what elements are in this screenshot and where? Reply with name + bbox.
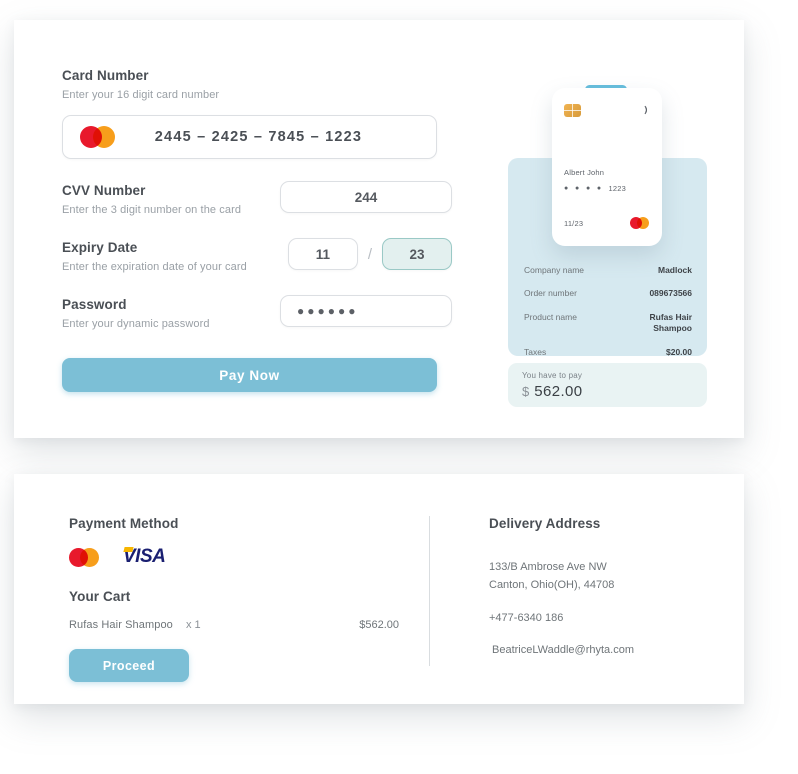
- password-label: Password: [62, 297, 127, 312]
- order-key: Company name: [524, 265, 585, 275]
- proceed-button[interactable]: Proceed: [69, 649, 189, 682]
- payment-brand-row: VISA: [69, 546, 399, 568]
- cart-item-qty: x 1: [185, 619, 201, 631]
- checkout-page: Card Number Enter your 16 digit card num…: [0, 0, 798, 774]
- cvv-text-block: CVV Number Enter the 3 digit number on t…: [62, 181, 262, 216]
- column-divider: [429, 516, 430, 666]
- cart-item-price: $562.00: [359, 619, 399, 631]
- payment-form: Card Number Enter your 16 digit card num…: [62, 68, 452, 392]
- order-key: Order number: [524, 288, 577, 299]
- delivery-address-title: Delivery Address: [489, 516, 601, 531]
- password-field-group: Password Enter your dynamic password ●●●…: [62, 295, 452, 330]
- order-key: Product name: [524, 311, 577, 322]
- expiry-field-group: Expiry Date Enter the expiration date of…: [62, 238, 452, 273]
- payment-form-panel: Card Number Enter your 16 digit card num…: [14, 20, 744, 438]
- emv-chip-icon: [564, 103, 581, 117]
- order-value: $20.00: [666, 346, 692, 357]
- card-number-hint: Enter your 16 digit card number: [62, 89, 220, 101]
- address-street: 133/B Ambrose Ave NW: [489, 561, 607, 573]
- card-visual: Albert John ● ● ● ● 1223 11/23: [552, 88, 662, 246]
- password-hint: Enter your dynamic password: [62, 318, 210, 330]
- card-holder-name: Albert John: [564, 168, 605, 177]
- cvv-label: CVV Number: [62, 183, 146, 198]
- address-city-state-zip: Canton, Ohio(OH), 44708: [489, 579, 615, 592]
- card-number-field-group: Card Number Enter your 16 digit card num…: [62, 68, 452, 159]
- cart-item-left: Rufas Hair Shampoo x 1: [69, 619, 201, 631]
- order-value: Rufas Hair Shampoo: [649, 311, 692, 334]
- expiry-input-wrap: 11 / 23: [287, 238, 452, 270]
- cart-item-name: Rufas Hair Shampoo: [69, 619, 173, 631]
- mastercard-icon: [630, 217, 650, 229]
- card-last-four: 1223: [608, 184, 627, 193]
- delivery-column: Delivery Address 133/B Ambrose Ave NW Ca…: [489, 516, 729, 656]
- expiry-text-block: Expiry Date Enter the expiration date of…: [62, 238, 262, 273]
- card-number-input[interactable]: 2445 – 2425 – 7845 – 1223: [62, 115, 437, 159]
- card-number-value: 2445 – 2425 – 7845 – 1223: [154, 129, 363, 145]
- amount-due-label: You have to pay: [522, 371, 583, 380]
- mastercard-icon: [79, 124, 123, 150]
- cvv-hint: Enter the 3 digit number on the card: [62, 204, 242, 216]
- cart-title: Your Cart: [69, 589, 131, 604]
- summary-panel: Payment Method VISA Your Cart Rufas Hair…: [14, 474, 744, 704]
- expiry-year-input[interactable]: 23: [382, 238, 452, 270]
- password-text-block: Password Enter your dynamic password: [62, 295, 262, 330]
- card-number-row: 2445 – 2425 – 7845 – 1223: [62, 115, 452, 159]
- password-masked-value: ●●●●●●: [297, 304, 359, 318]
- order-key: Taxes: [524, 346, 547, 357]
- cart-item-row: Rufas Hair Shampoo x 1 $562.00: [69, 619, 399, 631]
- card-number-label: Card Number: [62, 68, 149, 83]
- expiry-month-input[interactable]: 11: [287, 238, 358, 270]
- amount-due-value: $ 562.00: [522, 383, 693, 400]
- order-row: Company name Madlock: [524, 265, 692, 276]
- cvv-field-group: CVV Number Enter the 3 digit number on t…: [62, 181, 452, 216]
- delivery-address-lines: 133/B Ambrose Ave NW Canton, Ohio(OH), 4…: [489, 558, 729, 594]
- contactless-icon: [636, 103, 650, 117]
- order-details-list: Company name Madlock Order number 089673…: [524, 265, 692, 370]
- mastercard-icon[interactable]: [69, 547, 99, 567]
- order-value: 089673566: [649, 288, 692, 299]
- amount-due-card: You have to pay $ 562.00: [508, 363, 707, 407]
- order-row: Order number 089673566: [524, 288, 692, 299]
- cvv-input[interactable]: 244: [280, 181, 452, 213]
- password-input[interactable]: ●●●●●●: [280, 295, 452, 327]
- currency-symbol: $: [522, 384, 530, 399]
- amount-number: 562.00: [534, 383, 583, 400]
- payment-method-title: Payment Method: [69, 516, 179, 531]
- visa-icon[interactable]: VISA: [123, 546, 166, 568]
- card-mask-dots: ● ● ● ●: [564, 185, 604, 192]
- password-input-wrap: ●●●●●●: [280, 295, 452, 327]
- payment-and-cart-column: Payment Method VISA Your Cart Rufas Hair…: [69, 516, 399, 682]
- order-row: Product name Rufas Hair Shampoo: [524, 312, 692, 335]
- order-preview: Albert John ● ● ● ● 1223 11/23 Company n…: [492, 80, 722, 420]
- expiry-label: Expiry Date: [62, 240, 138, 255]
- card-masked-number: ● ● ● ● 1223: [564, 184, 650, 193]
- pay-now-button[interactable]: Pay Now: [62, 358, 437, 392]
- order-value: Madlock: [657, 265, 692, 275]
- delivery-email: BeatriceLWaddle@rhyta.com: [492, 644, 635, 657]
- card-expiry-text: 11/23: [564, 218, 584, 228]
- delivery-phone: +477-6340 186: [489, 612, 564, 625]
- cvv-input-wrap: 244: [280, 181, 452, 213]
- expiry-hint: Enter the expiration date of your card: [62, 261, 247, 273]
- expiry-separator: /: [367, 245, 372, 263]
- order-row: Taxes $20.00: [524, 347, 692, 358]
